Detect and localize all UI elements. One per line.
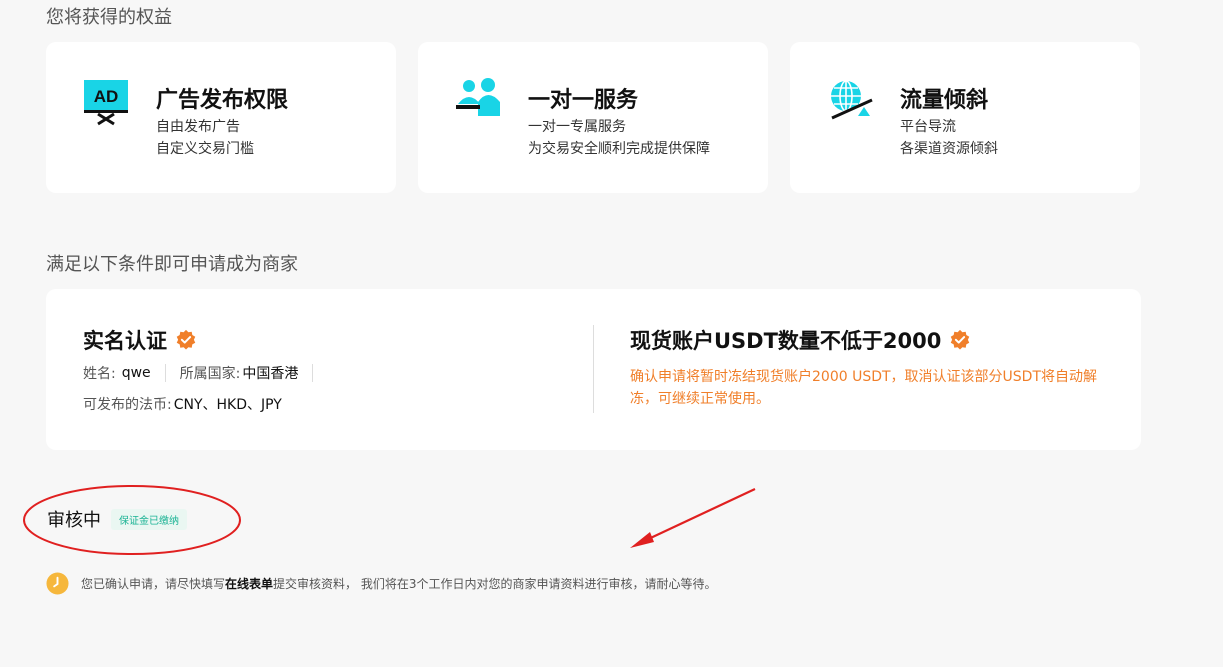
svg-text:AD: AD [94,87,119,106]
fiat-value: CNY、HKD、JPY [173,397,282,413]
notice-text-after: 提交审核资料， 我们将在3个工作日内对您的商家申请资料进行审核，请耐心等待。 [273,577,717,591]
divider [164,364,166,382]
divider [312,364,314,382]
freeze-notice: 确认申请将暂时冻结现货账户2000 USDT，取消认证该部分USDT将自动解冻，… [630,369,1098,407]
benefit-desc-line1: 自由发布广告 [156,119,240,135]
name-value: qwe [121,365,151,381]
fiat-info-row: 可发布的法币: CNY、HKD、JPY [83,394,282,414]
benefit-desc-line1: 一对一专属服务 [528,119,626,135]
country-value: 中国香港 [242,366,299,382]
ad-icon: AD [84,78,132,126]
column-divider [593,325,594,413]
country-label: 所属国家: [179,366,241,382]
annotation-arrow [630,488,756,548]
people-icon [456,78,504,126]
review-status: 审核中 保证金已缴纳 [47,506,187,532]
benefits-section-title: 您将获得的权益 [46,7,172,28]
globe-icon [828,78,876,126]
benefit-desc-line1: 平台导流 [900,119,956,135]
verified-check-icon [951,329,970,350]
conditions-card: 实名认证 姓名: qwe 所属国家: 中国香港 可发布的法币: CNY、HKD、… [46,289,1141,450]
conditions-section-title: 满足以下条件即可申请成为商家 [46,254,298,275]
benefit-card-ad: AD 广告发布权限 自由发布广告 自定义交易门槛 [46,42,396,193]
notice-text: 您已确认申请，请尽快填写在线表单提交审核资料， 我们将在3个工作日内对您的商家申… [81,575,716,592]
verified-check-icon [176,329,196,350]
identity-info-row: 姓名: qwe 所属国家: 中国香港 [83,363,327,383]
benefit-desc-line2: 自定义交易门槛 [156,141,254,157]
review-notice: 您已确认申请，请尽快填写在线表单提交审核资料， 我们将在3个工作日内对您的商家申… [46,572,716,595]
online-form-link[interactable]: 在线表单 [225,577,273,591]
deposit-paid-badge: 保证金已缴纳 [111,508,187,530]
benefit-title: 一对一服务 [528,88,639,113]
name-label: 姓名: [83,366,116,382]
benefit-desc-line2: 各渠道资源倾斜 [900,141,998,157]
benefit-card-service: 一对一服务 一对一专属服务 为交易安全顺利完成提供保障 [418,42,768,193]
balance-condition-title: 现货账户USDT数量不低于2000 [630,325,971,355]
benefit-title: 广告发布权限 [156,88,289,113]
balance-title-text: 现货账户USDT数量不低于2000 [630,329,942,353]
benefit-desc-line2: 为交易安全顺利完成提供保障 [528,141,710,157]
benefits-list: AD 广告发布权限 自由发布广告 自定义交易门槛 一对一服务 一对一专属服务 为… [46,42,1140,193]
benefit-title: 流量倾斜 [900,88,989,113]
notice-text-before: 您已确认申请，请尽快填写 [81,577,226,591]
benefit-card-traffic: 流量倾斜 平台导流 各渠道资源倾斜 [790,42,1140,193]
identity-condition-title: 实名认证 [83,325,197,355]
identity-title-text: 实名认证 [83,329,167,353]
fiat-label: 可发布的法币: [83,397,172,413]
status-label: 审核中 [47,510,101,531]
clock-icon [46,572,69,595]
